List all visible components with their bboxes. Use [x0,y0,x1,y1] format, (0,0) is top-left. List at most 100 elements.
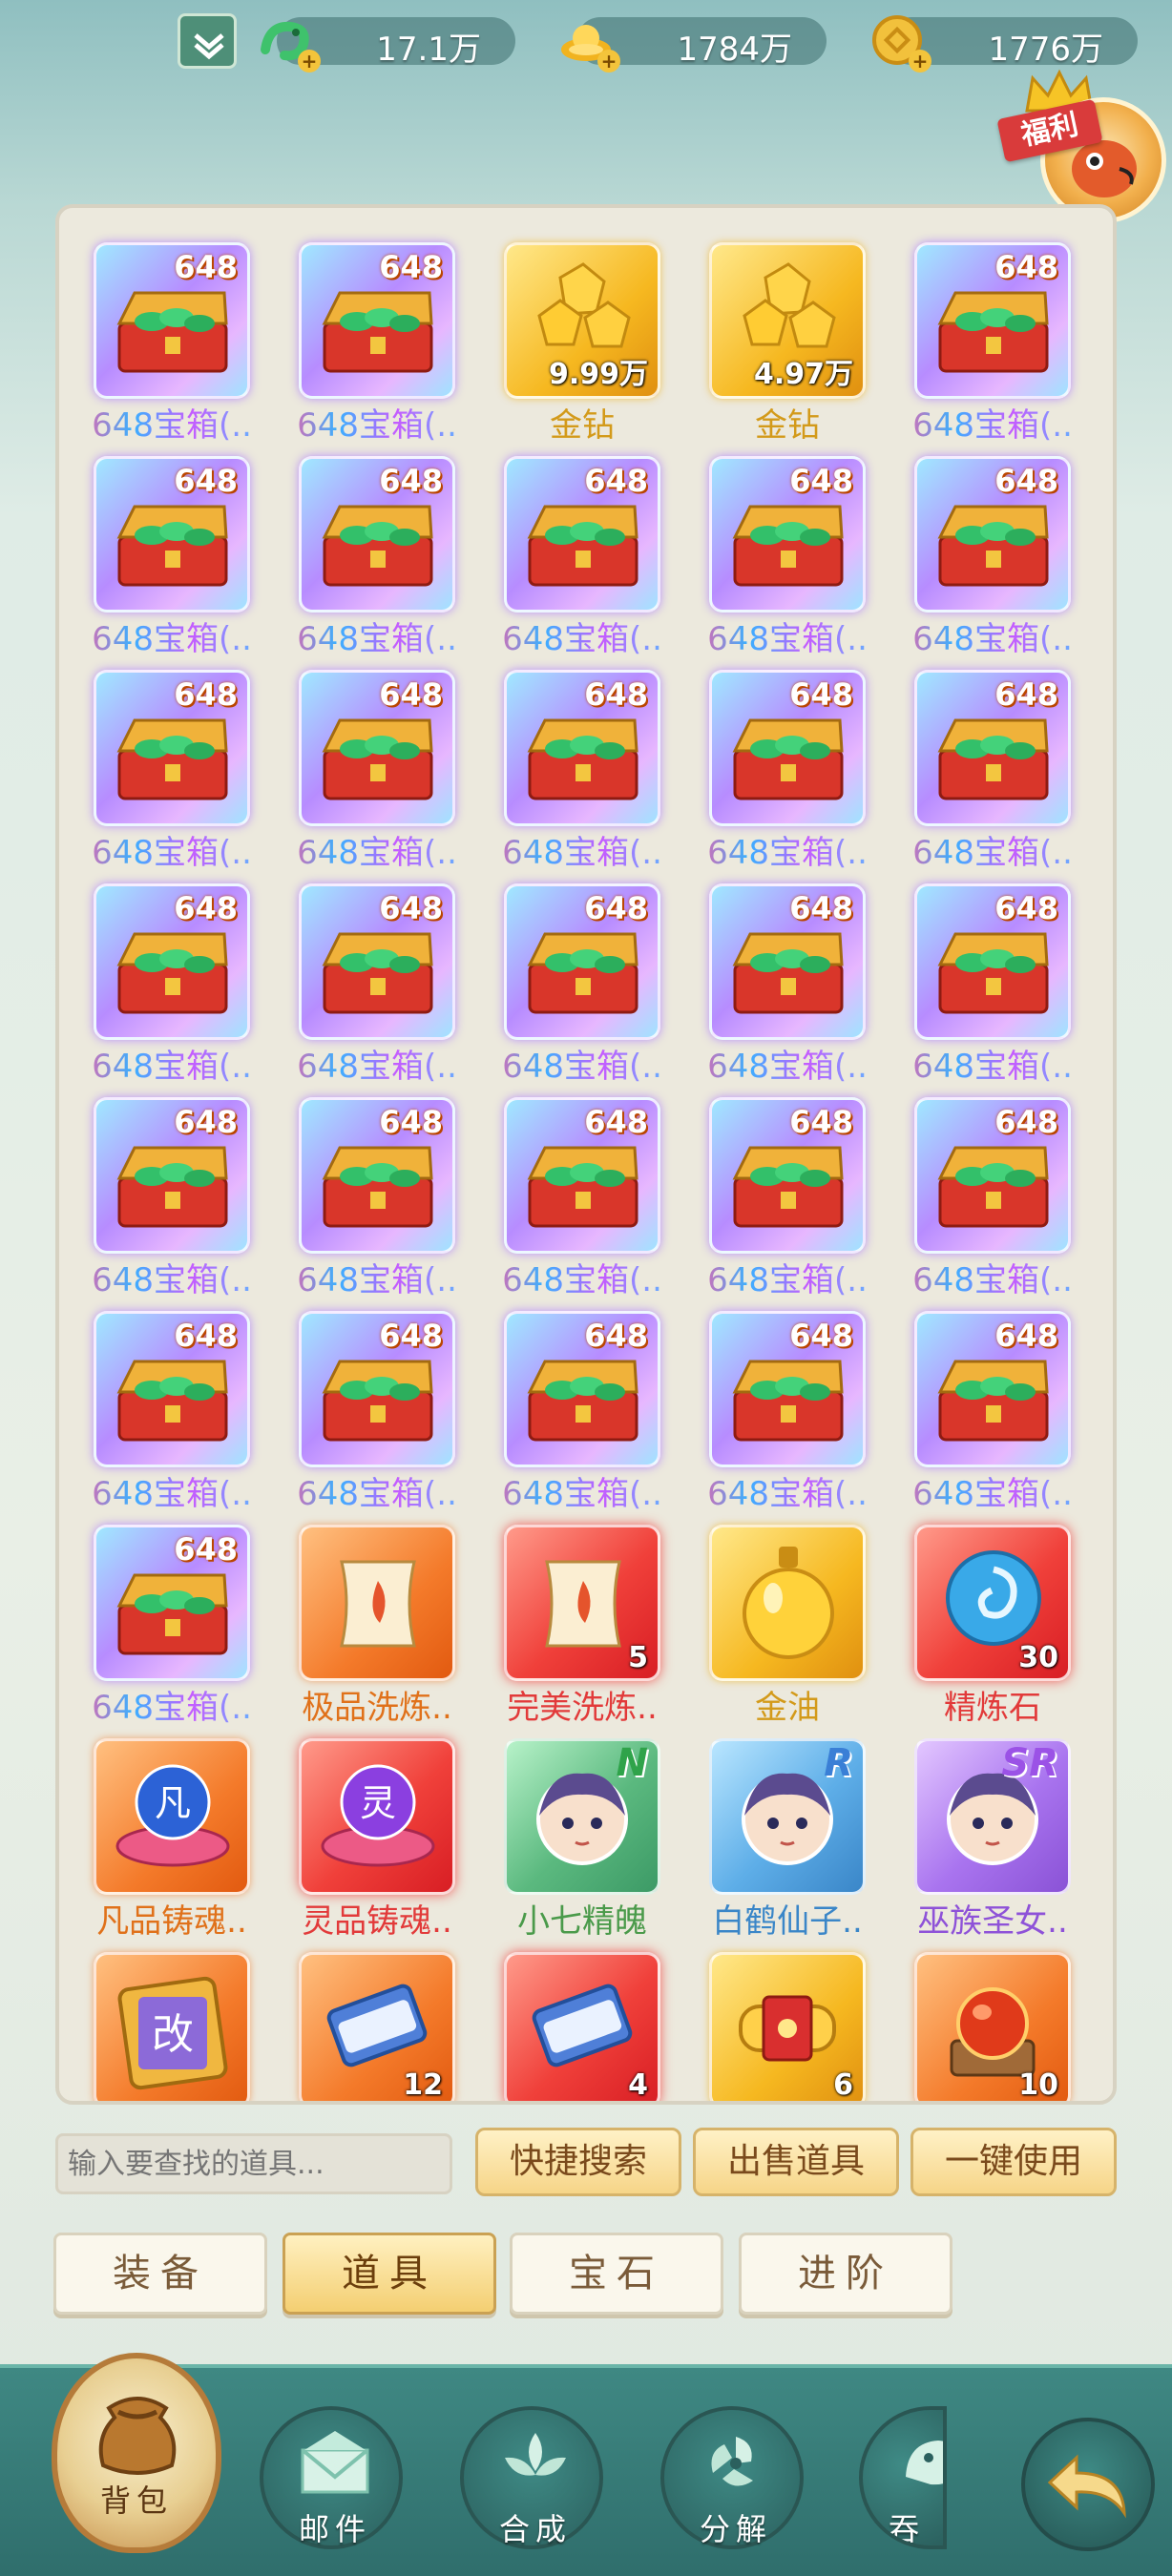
inventory-slot[interactable]: 648 648宝箱(.. [707,1311,868,1513]
item-tag: 648 [789,676,853,713]
item-icon-frame: 12 [299,1952,455,2102]
tab-advance[interactable]: 进阶 [739,2233,952,2315]
inventory-slot[interactable]: 10 [914,1952,1071,2101]
item-name: 648宝箱(.. [690,1254,885,1300]
item-name: 金油 [755,1689,820,1727]
inventory-slot[interactable]: 648 648宝箱(.. [502,1311,662,1513]
inventory-slot[interactable]: 6 [709,1952,866,2101]
inventory-slot[interactable]: 648 648宝箱(.. [297,670,457,872]
inventory-slot[interactable]: 30 精炼石 [914,1525,1071,1727]
inventory-slot[interactable]: 648 648宝箱(.. [912,1311,1073,1513]
inventory-slot[interactable]: 改 [94,1952,250,2101]
quick-search-button[interactable]: 快捷搜索 [475,2128,681,2196]
inventory-slot[interactable]: 648 648宝箱(.. [92,1097,252,1299]
item-name: 金钻 [550,406,615,445]
sell-items-button[interactable]: 出售道具 [693,2128,899,2196]
inventory-slot[interactable]: 648 648宝箱(.. [502,1097,662,1299]
nav-mail[interactable]: 邮件 [260,2406,403,2549]
inventory-slot[interactable]: 648 648宝箱(.. [502,670,662,872]
back-button[interactable] [1021,2418,1155,2551]
item-icon-frame: 648 [94,1097,250,1254]
devour-icon [906,2441,943,2485]
tab-gems[interactable]: 宝石 [510,2233,723,2315]
inventory-slot[interactable]: N 小七精魄 [504,1738,660,1941]
mail-icon [301,2431,369,2494]
svg-text:凡: 凡 [155,1782,191,1824]
inventory-slot[interactable]: R 白鹤仙子.. [709,1738,866,1941]
inventory-slot[interactable]: 9.99万 金钻 [504,242,660,445]
toggle-check-button[interactable] [178,13,237,69]
item-tag: 648 [379,890,443,926]
inventory-slot[interactable]: 648 648宝箱(.. [297,242,457,445]
inventory-slot[interactable]: 648 648宝箱(.. [707,456,868,658]
nav-synthesis[interactable]: 合成 [460,2406,603,2549]
inventory-slot[interactable]: 648 648宝箱(.. [707,883,868,1086]
inventory-slot[interactable]: 648 648宝箱(.. [707,1097,868,1299]
jade-amount: 17.1万 [376,31,481,69]
inventory-slot[interactable]: SR 巫族圣女.. [914,1738,1071,1941]
item-name: 极品洗炼.. [302,1689,452,1727]
inventory-slot[interactable]: 4 [504,1952,660,2101]
item-icon-frame: 648 [299,1311,455,1467]
item-name: 648宝箱(.. [895,826,1090,873]
item-count: 12 [403,2068,443,2102]
inventory-panel: 648 648宝箱(.. 648 648宝箱(.. 9.99万 金钻 4.97万 金钻 648 6… [55,204,1117,2105]
item-icon-frame: 648 [299,456,455,613]
item-icon-frame: 凡 [94,1738,250,1895]
inventory-slot[interactable]: 极品洗炼.. [299,1525,455,1727]
inventory-slot[interactable]: 凡凡品铸魂.. [94,1738,250,1941]
inventory-slot[interactable]: 金油 [709,1525,866,1727]
inventory-slot[interactable]: 648 648宝箱(.. [297,1097,457,1299]
use-all-button[interactable]: 一键使用 [910,2128,1117,2196]
item-name: 648宝箱(.. [74,613,269,659]
inventory-slot[interactable]: 5 完美洗炼.. [504,1525,660,1727]
inventory-slot[interactable]: 648 648宝箱(.. [297,1311,457,1513]
inventory-slot[interactable]: 648 648宝箱(.. [92,456,252,658]
item-icon-frame: 4 [504,1952,660,2101]
inventory-slot[interactable]: 648 648宝箱(.. [912,670,1073,872]
nav-devour[interactable]: 吞 [859,2406,947,2549]
nav-decompose[interactable]: 分解 [660,2406,804,2549]
inventory-slot[interactable]: 4.97万 金钻 [709,242,866,445]
inventory-slot[interactable]: 648 648宝箱(.. [92,883,252,1086]
add-jade-button[interactable]: + [298,50,321,73]
item-icon-frame: N [504,1738,660,1895]
inventory-slot[interactable]: 648 648宝箱(.. [92,1311,252,1513]
item-name: 648宝箱(.. [895,1467,1090,1514]
nav-bag[interactable]: 背包 [52,2353,221,2553]
item-name: 648宝箱(.. [280,1254,474,1300]
item-icon-frame: 30 [914,1525,1071,1681]
inventory-slot[interactable]: 灵灵品铸魂.. [299,1738,455,1941]
item-icon-frame: 648 [94,1311,250,1467]
inventory-slot[interactable]: 648 648宝箱(.. [912,883,1073,1086]
inventory-slot[interactable]: 648 648宝箱(.. [502,456,662,658]
inventory-slot[interactable]: 648 648宝箱(.. [92,1525,252,1727]
inventory-slot[interactable]: 648 648宝箱(.. [502,883,662,1086]
tab-items[interactable]: 道具 [283,2233,496,2315]
tab-equipment[interactable]: 装备 [53,2233,267,2315]
inventory-slot[interactable]: 648 648宝箱(.. [297,883,457,1086]
item-icon-frame: 648 [914,670,1071,826]
inventory-slot[interactable]: 648 648宝箱(.. [92,242,252,445]
add-gold-button[interactable]: + [597,50,620,73]
item-icon-frame [299,1525,455,1681]
inventory-slot[interactable]: 648 648宝箱(.. [912,1097,1073,1299]
inventory-slot[interactable]: 648 648宝箱(.. [297,456,457,658]
add-coin-button[interactable]: + [909,50,931,73]
item-tag: 648 [994,890,1058,926]
item-count: 30 [1018,1641,1058,1674]
item-name: 白鹤仙子.. [712,1902,863,1941]
inventory-slot[interactable]: 648 648宝箱(.. [707,670,868,872]
inventory-slot[interactable]: 648 648宝箱(.. [92,670,252,872]
inventory-slot[interactable]: 12 [299,1952,455,2102]
inventory-slot[interactable]: 648 648宝箱(.. [912,456,1073,658]
item-name: 小七精魄 [517,1902,647,1941]
currency-jade: + 17.1万 [261,17,515,73]
item-name: 648宝箱(.. [280,826,474,873]
inventory-slot[interactable]: 648 648宝箱(.. [912,242,1073,445]
item-name: 648宝箱(.. [280,399,474,446]
item-search-input[interactable] [55,2133,452,2194]
item-tag: 648 [174,463,238,499]
nav-bag-label: 背包 [99,2483,173,2519]
currency-coin: + 1776万 [872,15,1138,73]
